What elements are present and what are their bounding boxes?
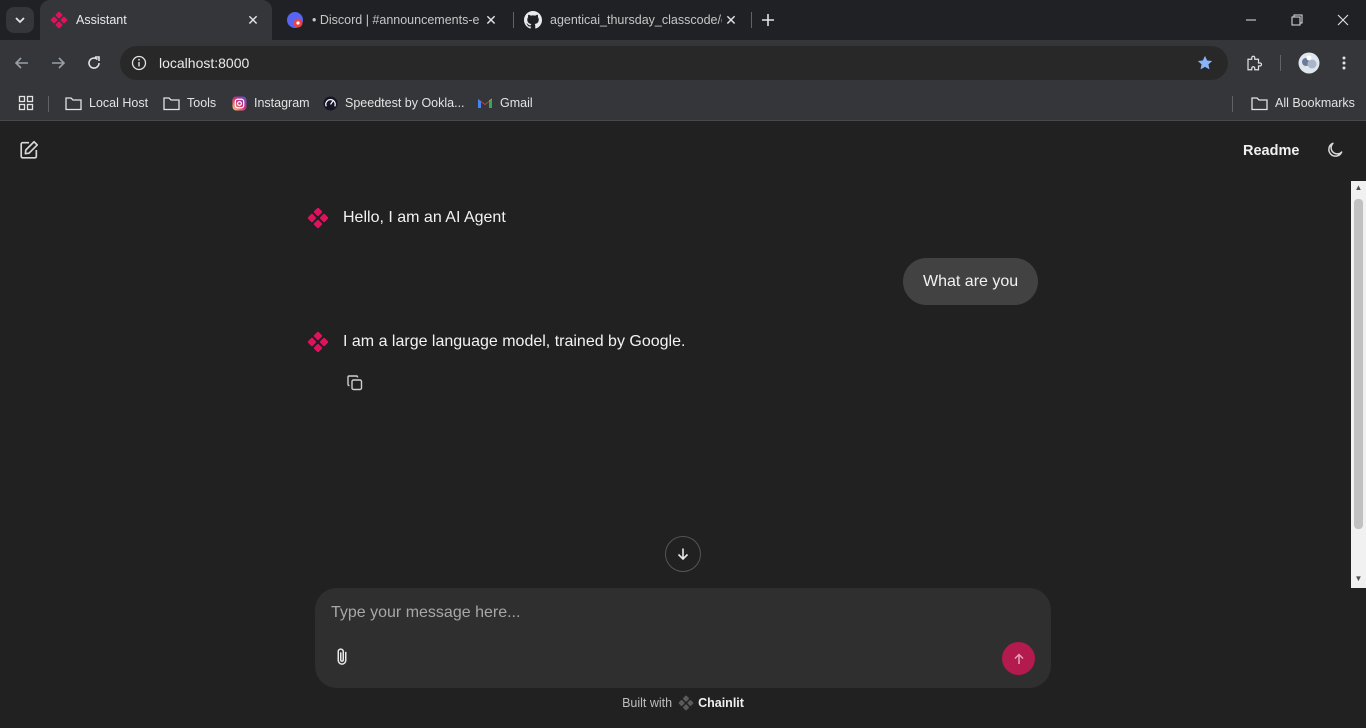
- instagram-icon: [232, 95, 247, 111]
- gmail-icon: [478, 98, 492, 108]
- bookmark-local-host[interactable]: Local Host: [65, 92, 148, 114]
- chainlit-brand-link[interactable]: Chainlit: [698, 696, 744, 710]
- close-window-button[interactable]: [1320, 0, 1366, 40]
- address-bar[interactable]: localhost:8000: [120, 46, 1228, 80]
- attach-file-button[interactable]: [332, 646, 354, 670]
- assistant-message: I am a large language model, trained by …: [307, 331, 685, 353]
- extensions-button[interactable]: [1242, 51, 1266, 75]
- message-text: I am a large language model, trained by …: [343, 333, 686, 350]
- bookmark-label: Gmail: [500, 96, 533, 110]
- puzzle-icon: [1247, 55, 1263, 71]
- restore-button[interactable]: [1274, 0, 1320, 40]
- bookmark-label: Speedtest by Ookla...: [345, 96, 465, 110]
- close-tab-icon[interactable]: ✕: [482, 11, 500, 29]
- new-tab-button[interactable]: [756, 8, 780, 32]
- chat-app: Readme ▲ ▼ Hello, I am an AI Agent What …: [0, 121, 1366, 728]
- bookmarks-bar: Local Host Tools Instagram Speedtest by …: [0, 86, 1366, 121]
- tab-title: • Discord | #announcements-e: [312, 13, 480, 27]
- chevron-down-icon: [15, 17, 25, 24]
- scrollbar-thumb[interactable]: [1354, 199, 1363, 529]
- readme-button[interactable]: Readme: [1243, 143, 1299, 159]
- arrow-up-icon: [1013, 652, 1024, 664]
- all-bookmarks[interactable]: All Bookmarks: [1251, 92, 1355, 114]
- toolbar-separator: [1280, 55, 1281, 71]
- profile-avatar[interactable]: [1296, 50, 1322, 76]
- footer-built-with: Built with Chainlit: [0, 695, 1366, 711]
- minimize-button[interactable]: [1228, 0, 1274, 40]
- edit-icon: [20, 140, 39, 159]
- message-composer: [315, 588, 1051, 688]
- moon-icon: [1328, 142, 1343, 157]
- site-info-icon[interactable]: [122, 46, 156, 80]
- copy-icon: [347, 375, 363, 391]
- folder-icon: [65, 96, 82, 110]
- more-vert-icon: [1342, 56, 1346, 70]
- bookmark-instagram[interactable]: Instagram: [232, 92, 310, 114]
- copy-button[interactable]: [346, 374, 366, 394]
- scrollbar[interactable]: ▲ ▼: [1351, 181, 1366, 588]
- close-icon: [1337, 14, 1349, 26]
- message-text: What are you: [923, 272, 1019, 290]
- tab-title: agenticai_thursday_classcode/cl: [550, 13, 722, 27]
- discord-icon: [287, 12, 303, 28]
- apps-button[interactable]: [18, 92, 41, 114]
- all-bookmarks-label: All Bookmarks: [1275, 96, 1355, 110]
- arrow-right-icon: [52, 57, 66, 69]
- reload-button[interactable]: [82, 51, 106, 75]
- restore-icon: [1291, 14, 1303, 26]
- forward-button[interactable]: [46, 51, 70, 75]
- apps-grid-icon: [18, 95, 34, 111]
- close-tab-icon[interactable]: ✕: [722, 11, 740, 29]
- theme-toggle-button[interactable]: [1325, 140, 1347, 162]
- bookmark-label: Local Host: [89, 96, 149, 110]
- bookmark-gmail[interactable]: Gmail: [477, 92, 533, 114]
- folder-icon: [1251, 96, 1268, 110]
- built-with-text: Built with: [622, 696, 673, 710]
- chainlit-icon: [50, 11, 68, 29]
- user-message: What are you: [903, 258, 1039, 305]
- send-button[interactable]: [1002, 642, 1035, 675]
- bookmark-star-icon[interactable]: [1196, 54, 1214, 77]
- bookmark-tools[interactable]: Tools: [163, 92, 216, 114]
- browser-menu-button[interactable]: [1332, 51, 1356, 75]
- back-button[interactable]: [10, 51, 34, 75]
- tab-search-button[interactable]: [6, 7, 34, 33]
- tab-separator: [751, 12, 752, 28]
- message-input[interactable]: [331, 598, 1011, 628]
- scroll-down-arrow-icon[interactable]: ▼: [1354, 574, 1363, 583]
- paperclip-icon: [337, 648, 347, 665]
- tab-strip: Assistant ✕ • Discord | #announcements-e…: [0, 0, 1366, 40]
- assistant-message: Hello, I am an AI Agent: [307, 207, 506, 229]
- new-chat-button[interactable]: [18, 139, 42, 163]
- minimize-icon: [1246, 19, 1256, 21]
- close-tab-icon[interactable]: ✕: [244, 11, 262, 29]
- folder-icon: [163, 96, 180, 110]
- chainlit-logo-icon: [678, 695, 694, 711]
- bookmarks-separator: [48, 96, 49, 112]
- bookmark-speedtest[interactable]: Speedtest by Ookla...: [323, 92, 465, 114]
- browser-chrome: Assistant ✕ • Discord | #announcements-e…: [0, 0, 1366, 121]
- reload-icon: [88, 56, 100, 69]
- tab-discord[interactable]: • Discord | #announcements-e ✕: [276, 0, 510, 40]
- bookmark-label: Instagram: [254, 96, 310, 110]
- scroll-to-bottom-button[interactable]: [665, 536, 701, 572]
- bookmarks-separator: [1232, 96, 1233, 112]
- bookmark-label: Tools: [187, 96, 217, 110]
- browser-toolbar: localhost:8000: [0, 40, 1366, 86]
- speedtest-icon: [323, 95, 338, 111]
- arrow-left-icon: [14, 57, 28, 69]
- chainlit-avatar-icon: [307, 331, 329, 353]
- arrow-down-icon: [677, 548, 689, 561]
- tab-assistant[interactable]: Assistant ✕: [40, 0, 272, 40]
- chainlit-avatar-icon: [307, 207, 329, 229]
- github-icon: [524, 11, 542, 29]
- message-text: Hello, I am an AI Agent: [343, 209, 506, 226]
- avatar-icon: [1298, 52, 1320, 74]
- tab-title: Assistant: [76, 13, 127, 27]
- url-text[interactable]: localhost:8000: [159, 55, 249, 71]
- scroll-up-arrow-icon[interactable]: ▲: [1354, 183, 1363, 192]
- tab-github[interactable]: agenticai_thursday_classcode/cl ✕: [514, 0, 750, 40]
- plus-icon: [762, 14, 774, 26]
